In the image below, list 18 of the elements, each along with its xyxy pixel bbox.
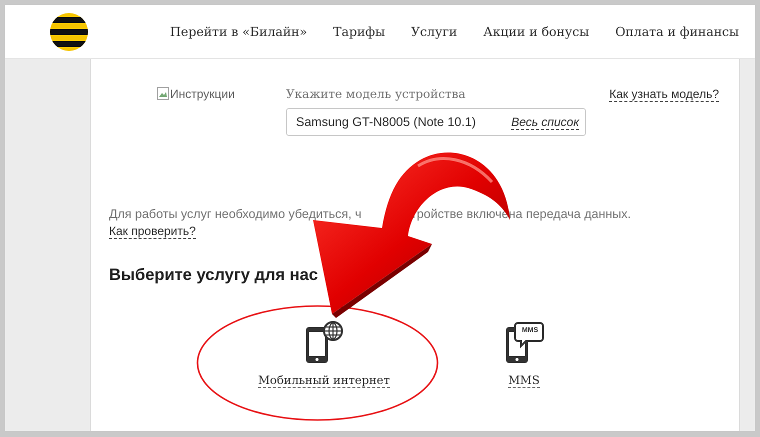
nav-link[interactable]: Перейти в «Билайн» <box>170 24 308 39</box>
striped-logo[interactable] <box>50 12 88 50</box>
image-alt-text: Инструкции <box>170 87 235 101</box>
nav-link[interactable]: Услуги <box>411 24 458 39</box>
notice-text: Для работы услуг необходимо убедиться, ч <box>109 207 362 221</box>
service-link[interactable]: Мобильный интернет <box>258 373 390 388</box>
list-link[interactable]: Весь список <box>511 114 579 130</box>
nav-link[interactable]: Акции и бонусы <box>483 24 590 39</box>
model-field[interactable]: Samsung GT-N8005 (Note 10.1) Весь список <box>286 108 586 136</box>
nav-link[interactable]: Оплата и финансы <box>615 24 739 39</box>
help-link[interactable]: Как узнать модель? <box>609 87 719 102</box>
check-link[interactable]: Как проверить? <box>109 224 196 239</box>
broken-image-icon <box>157 87 169 100</box>
field-label: Укажите модель устройства <box>286 87 467 102</box>
service-link[interactable]: MMS <box>508 373 540 388</box>
section-heading: Выберите услугу для нас <box>109 266 318 285</box>
nav-link[interactable]: Тарифы <box>333 24 386 39</box>
phone-globe-icon <box>304 321 344 365</box>
